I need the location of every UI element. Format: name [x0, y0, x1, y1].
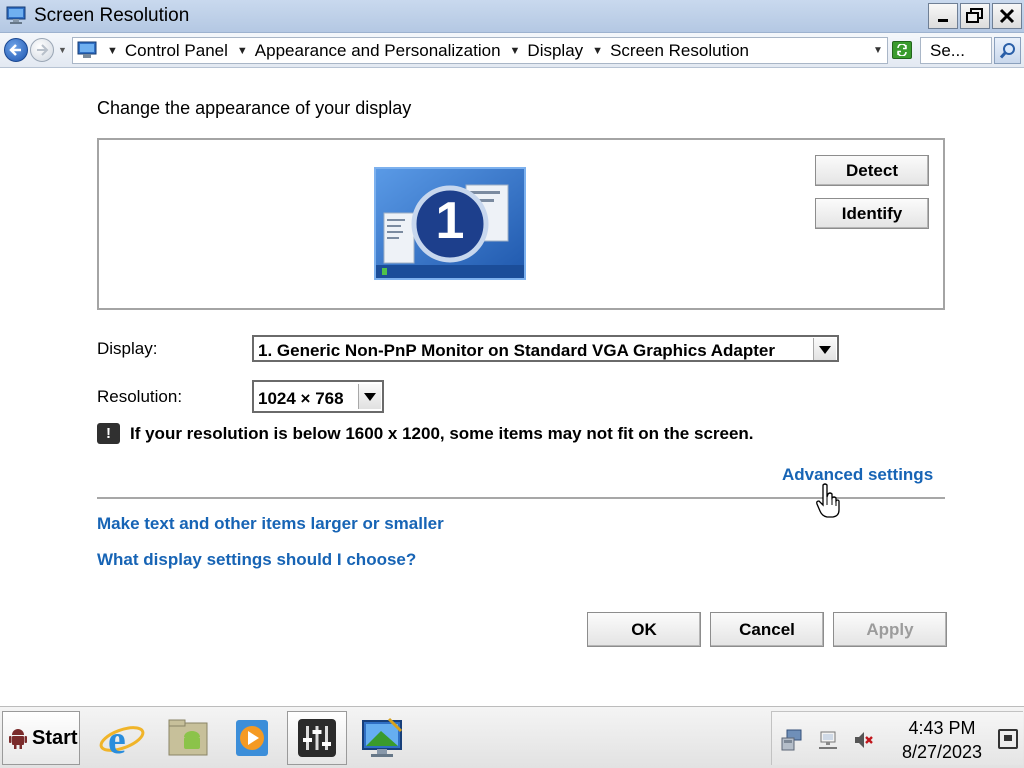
maximize-button[interactable] — [960, 3, 990, 29]
refresh-button[interactable] — [892, 41, 912, 59]
internet-explorer-icon: e — [99, 717, 145, 761]
recent-pages-dropdown-icon[interactable]: ▼ — [58, 45, 67, 55]
show-desktop-icon[interactable] — [998, 729, 1018, 749]
forward-button[interactable] — [30, 38, 54, 62]
address-field[interactable]: ▼ Control Panel ▼ Appearance and Persona… — [72, 37, 888, 64]
apply-button[interactable]: Apply — [833, 612, 947, 647]
taskbar: Start e 4:43 PM 8/27/2023 — [0, 706, 1024, 768]
breadcrumb-arrow-icon[interactable]: ▼ — [510, 45, 521, 57]
breadcrumb-control-panel[interactable]: Control Panel — [125, 41, 228, 61]
close-icon — [999, 8, 1015, 24]
svg-text:e: e — [108, 717, 126, 761]
display-help-link[interactable]: What display settings should I choose? — [97, 550, 416, 570]
title-bar[interactable]: Screen Resolution — [0, 0, 1024, 33]
monitor-number: 1 — [435, 192, 465, 250]
media-player-icon — [236, 720, 268, 756]
monitor-preview[interactable]: 1 — [374, 167, 526, 280]
screen-resolution-icon — [6, 6, 26, 24]
address-bar: ▼ ▼ Control Panel ▼ Appearance and Perso… — [0, 33, 1024, 68]
advanced-settings-link[interactable]: Advanced settings — [782, 465, 933, 485]
start-label: Start — [32, 726, 78, 749]
resolution-warning: If your resolution is below 1600 x 1200,… — [130, 424, 754, 443]
resolution-select-value: 1024 × 768 — [258, 389, 344, 408]
display-select-value: 1. Generic Non-PnP Monitor on Standard V… — [258, 341, 775, 360]
text-size-link[interactable]: Make text and other items larger or smal… — [97, 514, 444, 534]
file-manager-icon — [168, 719, 208, 756]
taskbar-display-settings[interactable] — [353, 711, 413, 765]
close-button[interactable] — [992, 3, 1022, 29]
taskbar-internet-explorer[interactable]: e — [92, 711, 152, 765]
resolution-label: Resolution: — [97, 387, 183, 406]
breadcrumb-display[interactable]: Display — [527, 41, 583, 61]
cancel-button[interactable]: Cancel — [710, 612, 824, 647]
forward-arrow-icon — [37, 44, 49, 56]
chevron-down-icon[interactable] — [358, 384, 381, 409]
breadcrumb-appearance[interactable]: Appearance and Personalization — [255, 41, 501, 61]
ok-button[interactable]: OK — [587, 612, 701, 647]
refresh-icon — [897, 44, 907, 56]
taskbar-media-player[interactable] — [222, 711, 282, 765]
back-arrow-icon — [9, 44, 21, 56]
identify-button[interactable]: Identify — [815, 198, 929, 229]
clock-time[interactable]: 4:43 PM — [902, 718, 982, 739]
volume-muted-icon[interactable] — [852, 729, 876, 751]
mixer-icon — [298, 719, 336, 757]
android-logo-icon — [9, 729, 27, 749]
display-settings-icon — [362, 717, 403, 757]
taskbar-file-manager[interactable] — [158, 711, 218, 765]
page-heading: Change the appearance of your display — [97, 98, 412, 118]
system-tray: 4:43 PM 8/27/2023 — [771, 711, 1023, 765]
back-button[interactable] — [4, 38, 28, 62]
display-label: Display: — [97, 339, 158, 358]
hand-cursor-icon — [816, 483, 840, 518]
system-tray-computer-icon[interactable] — [780, 729, 804, 751]
detect-button[interactable]: Detect — [815, 155, 929, 186]
network-icon[interactable] — [816, 729, 840, 751]
address-history-dropdown-icon[interactable]: ▼ — [873, 45, 883, 56]
resolution-select[interactable]: 1024 × 768 — [252, 380, 384, 413]
restore-icon — [966, 8, 983, 23]
start-button[interactable]: Start — [2, 711, 80, 765]
display-select[interactable]: 1. Generic Non-PnP Monitor on Standard V… — [252, 335, 839, 362]
search-icon — [999, 42, 1015, 59]
breadcrumb-arrow-icon[interactable]: ▼ — [592, 45, 603, 57]
control-panel-icon — [77, 41, 97, 58]
breadcrumb: ▼ Control Panel ▼ Appearance and Persona… — [107, 41, 758, 61]
minimize-button[interactable] — [928, 3, 958, 29]
breadcrumb-arrow-icon[interactable]: ▼ — [237, 45, 248, 57]
search-button[interactable] — [994, 37, 1021, 64]
search-input[interactable]: Se... — [920, 37, 992, 64]
minimize-icon — [938, 19, 948, 22]
breadcrumb-arrow-icon[interactable]: ▼ — [107, 45, 118, 57]
taskbar-mixer[interactable] — [287, 711, 347, 765]
breadcrumb-screen-resolution[interactable]: Screen Resolution — [610, 41, 749, 61]
chevron-down-icon[interactable] — [813, 338, 836, 360]
clock-date[interactable]: 8/27/2023 — [892, 742, 992, 763]
window-title: Screen Resolution — [34, 5, 190, 26]
display-preview-panel: 1 Detect Identify — [97, 138, 945, 310]
warning-icon: ! — [97, 423, 120, 444]
